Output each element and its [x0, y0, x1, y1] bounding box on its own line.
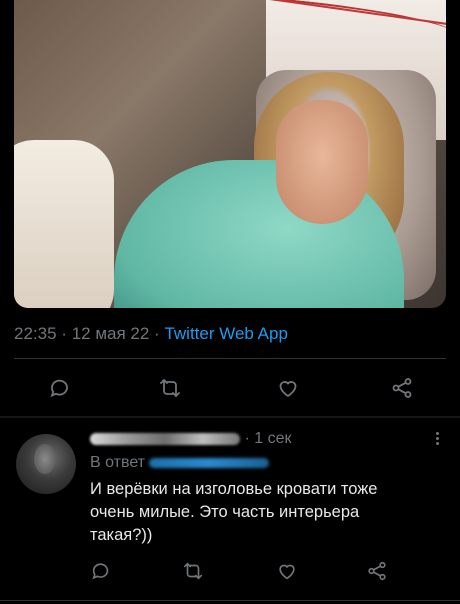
tweet-photo[interactable]: [14, 0, 446, 308]
photo-blanket: [14, 140, 114, 308]
blurred-username[interactable]: [90, 432, 240, 445]
reply-to-line: В ответ: [90, 454, 270, 472]
meta-separator: ·: [61, 324, 67, 343]
blurred-handle[interactable]: [149, 457, 270, 468]
tweet-time[interactable]: 22:35: [14, 324, 57, 343]
reply-icon[interactable]: [48, 376, 72, 400]
reply-text: И верёвки на изголовье кровати тоже очен…: [90, 480, 378, 544]
retweet-icon[interactable]: [182, 560, 204, 582]
reply-icon[interactable]: [90, 560, 112, 582]
share-icon[interactable]: [366, 560, 388, 582]
tweet-meta: 22:35 · 12 мая 22 · Twitter Web App: [14, 324, 288, 344]
like-icon[interactable]: [276, 560, 298, 582]
divider: [0, 600, 460, 601]
avatar-face: [34, 444, 56, 474]
retweet-icon[interactable]: [158, 376, 182, 400]
tweet-action-bar: [0, 366, 460, 410]
meta-separator: ·: [154, 324, 160, 343]
like-icon[interactable]: [276, 376, 300, 400]
reply-to-label: В ответ: [90, 454, 146, 471]
tweet-app[interactable]: Twitter Web App: [164, 324, 287, 343]
share-icon[interactable]: [390, 376, 414, 400]
reply-header: · 1 сек: [90, 430, 291, 452]
reply-time[interactable]: · 1 сек: [244, 430, 291, 447]
tweet-date[interactable]: 12 мая 22: [72, 324, 150, 343]
reply-tweet[interactable]: · 1 сек В ответ И верёвки на изголовье к…: [0, 418, 460, 604]
more-icon[interactable]: [434, 430, 440, 450]
avatar[interactable]: [16, 434, 76, 494]
photo-face: [276, 100, 368, 224]
divider: [14, 358, 446, 359]
